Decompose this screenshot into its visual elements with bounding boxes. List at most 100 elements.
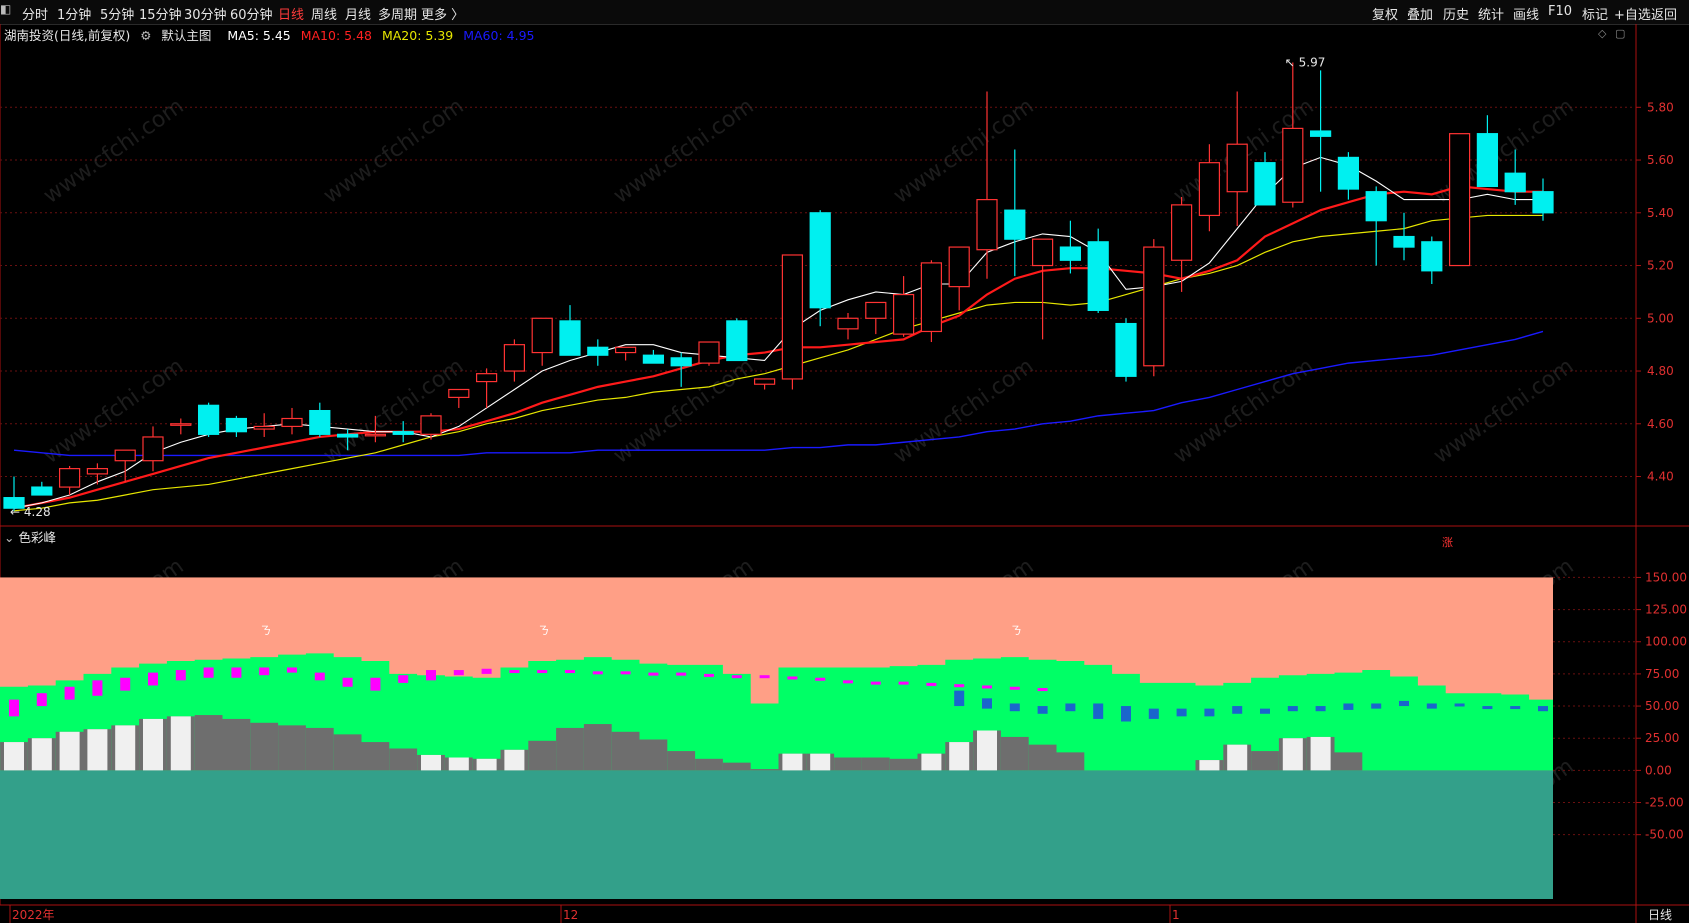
- indicator-magenta-marker: [815, 677, 826, 681]
- period-tab[interactable]: 60分钟: [230, 4, 273, 23]
- indicator-blue-marker: [1204, 708, 1215, 717]
- candle-body: [170, 423, 192, 426]
- period-tab[interactable]: 1分钟: [57, 4, 91, 23]
- indicator-blue-marker: [1037, 706, 1048, 714]
- indicator-white-bar: [1310, 736, 1331, 771]
- indicator-grey-bar: [1251, 751, 1279, 771]
- indicator-tick-label: 25.00: [1645, 731, 1679, 745]
- ma20-line: [13, 214, 1543, 512]
- indicator-magenta-marker: [898, 681, 909, 685]
- indicator-tick-label: 150.00: [1645, 570, 1687, 584]
- candle-body: [1504, 172, 1526, 193]
- indicator-white-bar: [810, 753, 831, 771]
- indicator-blue-marker: [1399, 700, 1409, 707]
- indicator-magenta-marker: [259, 667, 270, 676]
- price-tick-label: 5.00: [1647, 311, 1674, 325]
- tool-button[interactable]: 标记: [1582, 4, 1608, 23]
- candle-body: [142, 436, 164, 462]
- tool-button[interactable]: F10: [1548, 4, 1572, 19]
- watermark-text: www.cfchi.com: [609, 94, 758, 209]
- tool-button[interactable]: 统计: [1478, 4, 1504, 23]
- indicator-tick-label: 125.00: [1645, 603, 1687, 617]
- indicator-top-mark: ㄋ: [260, 624, 271, 637]
- candle-body: [1421, 241, 1443, 272]
- indicator-magenta-marker: [120, 677, 131, 691]
- tool-button[interactable]: 历史: [1443, 4, 1469, 23]
- period-tab[interactable]: 5分钟: [100, 4, 134, 23]
- indicator-magenta-marker: [870, 681, 881, 685]
- period-tab[interactable]: 分时: [22, 4, 48, 23]
- indicator-white-bar: [170, 716, 191, 771]
- watermark-text: www.cfchi.com: [39, 94, 188, 209]
- candle-body: [364, 433, 387, 437]
- indicator-blue-marker: [1371, 703, 1382, 709]
- candle-body: [1115, 322, 1137, 377]
- sidebar-toggle-icon[interactable]: ◧: [0, 2, 14, 20]
- candle-body: [253, 425, 275, 430]
- candle-body: [1309, 130, 1332, 137]
- indicator-blue-marker: [1176, 708, 1187, 717]
- indicator-blue-marker: [1426, 703, 1437, 709]
- indicator-top-mark: ㄋ: [1011, 624, 1022, 637]
- indicator-magenta-marker: [537, 670, 548, 674]
- date-label: 1: [1172, 908, 1180, 922]
- indicator-grey-bar: [1334, 752, 1363, 771]
- period-tab[interactable]: 月线: [345, 4, 371, 23]
- period-tab[interactable]: 周线: [311, 4, 337, 23]
- indicator-magenta-marker: [64, 686, 75, 700]
- indicator-magenta-marker: [620, 671, 631, 675]
- high-price-label: ↖ 5.97: [1285, 55, 1326, 69]
- period-tab[interactable]: 30分钟: [184, 4, 227, 23]
- price-tick-label: 5.20: [1647, 259, 1674, 273]
- indicator-blue-marker: [1093, 703, 1104, 719]
- candle-body: [31, 486, 53, 496]
- price-tick-label: 4.80: [1647, 364, 1674, 378]
- tool-button[interactable]: 复权: [1372, 4, 1398, 23]
- indicator-blue-marker: [1232, 706, 1243, 714]
- period-tab[interactable]: 15分钟: [139, 4, 182, 23]
- period-tab[interactable]: 更多 〉: [421, 4, 464, 23]
- indicator-teal-band: [0, 770, 1553, 899]
- candle-body: [726, 320, 748, 362]
- indicator-magenta-marker: [954, 684, 965, 688]
- tool-button[interactable]: 画线: [1513, 4, 1539, 23]
- candle-body: [1282, 127, 1304, 203]
- candle-body: [58, 468, 81, 488]
- indicator-white-bar: [87, 729, 108, 771]
- indicator-magenta-marker: [731, 675, 742, 679]
- indicator-magenta-marker: [509, 670, 520, 674]
- indicator-blue-marker: [1121, 706, 1131, 722]
- candle-body: [892, 293, 915, 335]
- tool-button[interactable]: 返回: [1651, 4, 1677, 23]
- indicator-white-bar: [976, 730, 998, 771]
- indicator-grey-bar: [611, 731, 640, 771]
- candle-body: [531, 317, 553, 354]
- candle-body: [1170, 204, 1193, 261]
- tool-button[interactable]: 叠加: [1407, 4, 1433, 23]
- indicator-white-bar: [420, 754, 442, 771]
- indicator-grey-bar: [834, 757, 862, 771]
- candle-body: [948, 246, 970, 288]
- price-tick-label: 5.80: [1647, 100, 1674, 114]
- indicator-grey-bar: [667, 751, 696, 771]
- period-tab[interactable]: 日线: [278, 4, 304, 23]
- indicator-white-bar: [949, 742, 970, 771]
- candle-body: [920, 262, 943, 333]
- candle-body: [698, 341, 720, 364]
- indicator-grey-bar: [1056, 752, 1085, 771]
- indicator-white-bar: [1199, 760, 1220, 771]
- indicator-grey-bar: [1028, 744, 1057, 771]
- candle-body: [1059, 246, 1082, 261]
- indicator-blue-marker: [1482, 706, 1493, 710]
- candle-body: [642, 354, 665, 364]
- indicator-grey-bar: [250, 722, 279, 771]
- indicator-magenta-marker: [676, 672, 687, 676]
- indicator-magenta-marker: [481, 668, 492, 674]
- tool-button[interactable]: +自选: [1614, 4, 1651, 23]
- period-tab[interactable]: 多周期: [378, 4, 417, 23]
- indicator-magenta-marker: [926, 682, 937, 686]
- candle-body: [1143, 246, 1165, 367]
- indicator-white-bar: [59, 731, 80, 771]
- candle-body: [753, 378, 776, 385]
- kline-chart[interactable]: 5.80 5.60 5.40 5.20 5.00 4.80 4.60 4.40 www.cfch…: [0, 24, 1689, 923]
